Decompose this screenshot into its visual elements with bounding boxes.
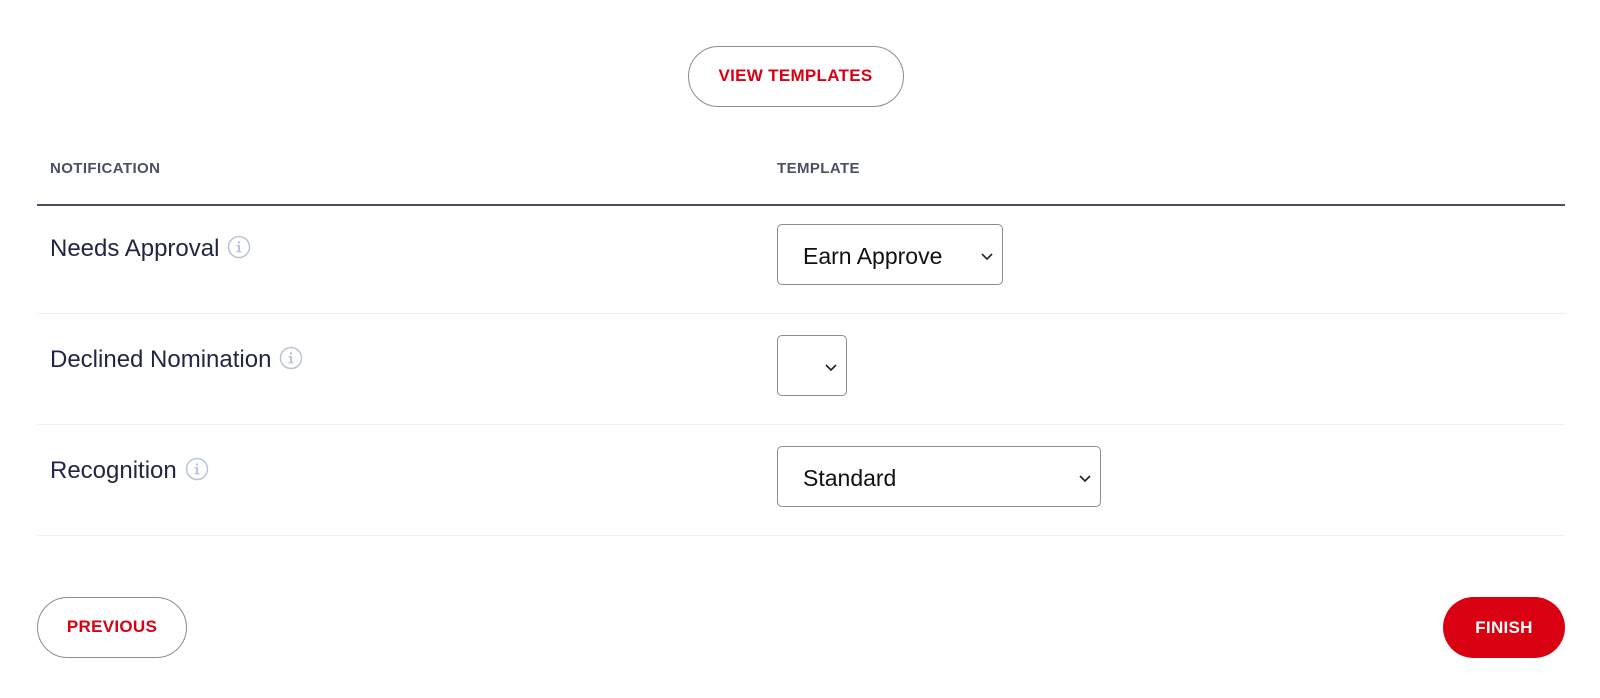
info-icon[interactable] <box>185 457 209 481</box>
chevron-down-icon <box>1078 471 1092 483</box>
column-header-template: TEMPLATE <box>777 160 860 177</box>
template-select-needs-approval[interactable]: Earn Approve <box>777 224 1003 285</box>
table-row: Declined Nomination <box>37 311 1565 425</box>
info-icon[interactable] <box>227 235 251 259</box>
template-select-recognition[interactable]: Standard <box>777 446 1101 507</box>
table-header: NOTIFICATION TEMPLATE <box>37 150 1565 206</box>
finish-button[interactable]: FINISH <box>1443 597 1565 658</box>
table-row: Needs Approval Earn Approve <box>37 200 1565 314</box>
top-actions: VIEW TEMPLATES <box>0 46 1600 107</box>
column-header-notification: NOTIFICATION <box>50 160 161 177</box>
select-value: Standard <box>803 465 897 491</box>
table-row: Recognition Standard <box>37 422 1565 536</box>
notification-label-needs-approval: Needs Approval <box>50 235 220 262</box>
info-icon[interactable] <box>279 346 303 370</box>
view-templates-button[interactable]: VIEW TEMPLATES <box>687 46 904 107</box>
chevron-down-icon <box>824 360 838 372</box>
select-value: Earn Approve <box>803 243 943 269</box>
previous-button[interactable]: PREVIOUS <box>37 597 187 658</box>
notification-label-recognition: Recognition <box>50 457 177 484</box>
notification-cell: Declined Nomination <box>50 346 303 374</box>
notification-cell: Needs Approval <box>50 235 251 263</box>
notification-cell: Recognition <box>50 457 209 485</box>
footer-left: PREVIOUS <box>37 597 187 658</box>
notification-label-declined-nomination: Declined Nomination <box>50 346 272 373</box>
template-select-declined-nomination[interactable] <box>777 335 847 396</box>
chevron-down-icon <box>980 249 994 261</box>
